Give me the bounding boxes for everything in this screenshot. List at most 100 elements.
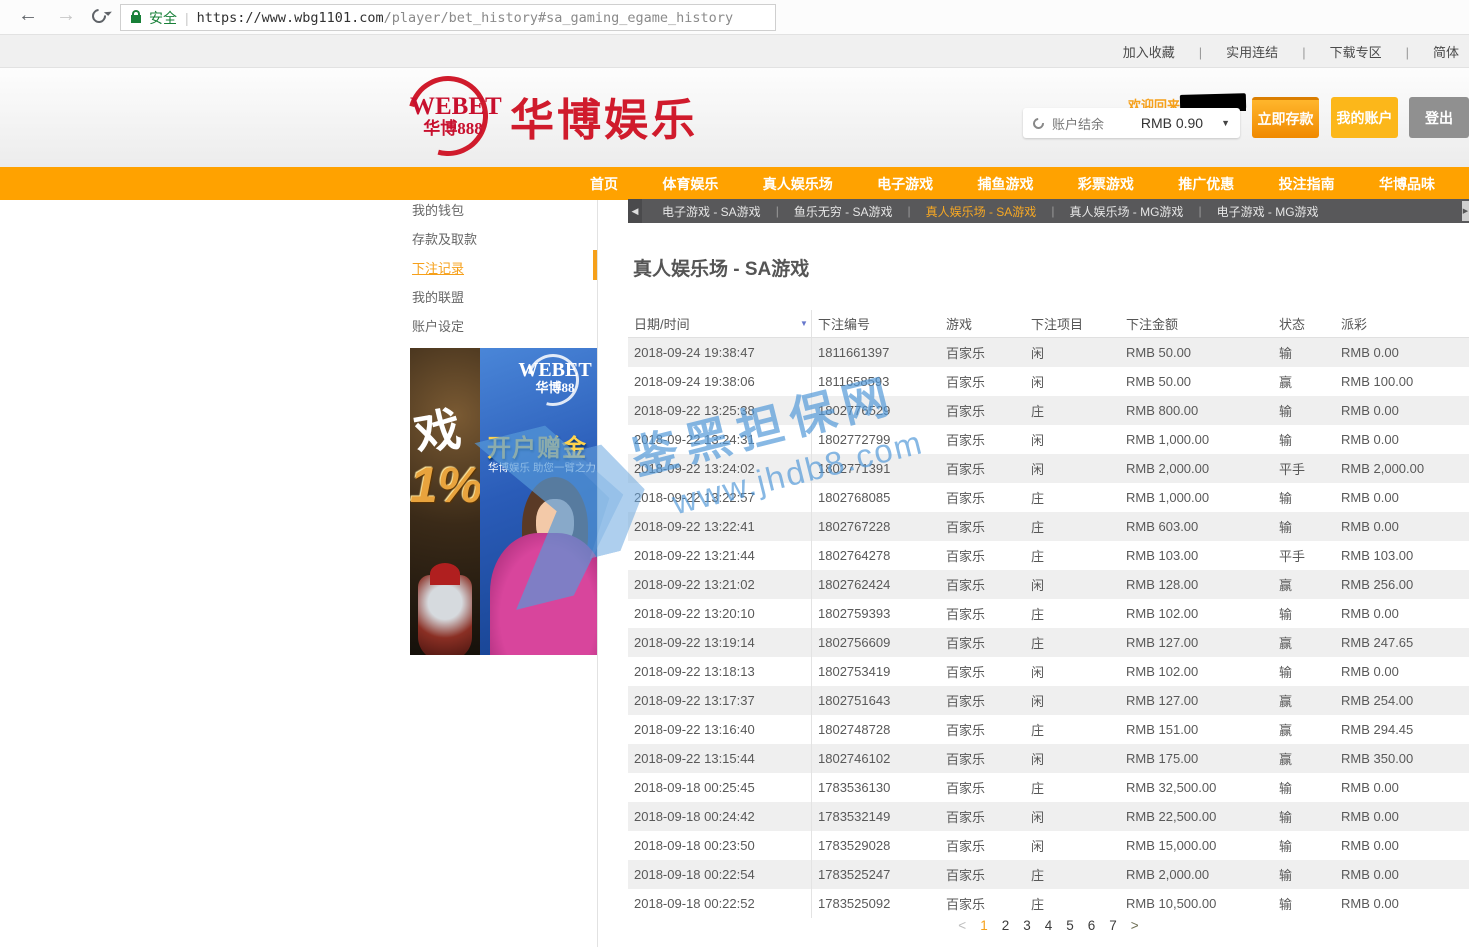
my-account-button[interactable]: 我的账户 (1331, 97, 1398, 138)
cell-bet-id: 1802762424 (812, 570, 940, 599)
cell-date: 2018-09-18 00:25:45 (628, 773, 812, 802)
nav-item[interactable]: 彩票游戏 (1078, 174, 1134, 194)
cell-bet-item: 庄 (1025, 860, 1120, 889)
cell-date: 2018-09-24 19:38:06 (628, 367, 812, 396)
cell-bet-item: 庄 (1025, 628, 1120, 657)
cell-game: 百家乐 (940, 686, 1025, 715)
cell-bet-item: 庄 (1025, 512, 1120, 541)
cell-bet-id: 1802756609 (812, 628, 940, 657)
cell-status: 输 (1273, 512, 1335, 541)
sidebar-item[interactable]: 账户设定 (412, 312, 590, 341)
page-number[interactable]: 6 (1088, 918, 1096, 933)
nav-item[interactable]: 体育娱乐 (662, 174, 718, 194)
banner-logo-word: WEBET (516, 360, 594, 381)
sidebar-item[interactable]: 下注记录 (412, 254, 590, 283)
history-tab[interactable]: 真人娱乐场 - MG游戏 (1069, 203, 1183, 220)
banner-slide-signup[interactable]: WEBET 华博88 开户赠金 华博娱乐 助您一臂之力 (480, 348, 597, 655)
cell-bet-id: 1802771391 (812, 454, 940, 483)
balance-refresh-icon[interactable] (1031, 115, 1046, 130)
logout-button[interactable]: 登出 (1409, 97, 1469, 138)
cell-payout: RMB 0.00 (1335, 657, 1469, 686)
cell-amount: RMB 50.00 (1120, 338, 1273, 367)
page-number[interactable]: 5 (1066, 918, 1074, 933)
page-next[interactable]: > (1131, 918, 1139, 933)
column-header-bet-id: 下注编号 (812, 310, 940, 337)
page-prev[interactable]: < (958, 918, 966, 933)
column-header-label: 状态 (1279, 314, 1305, 333)
cell-bet-id: 1802776529 (812, 396, 940, 425)
cell-status: 输 (1273, 599, 1335, 628)
nav-item[interactable]: 首页 (590, 174, 618, 194)
promo-banner[interactable]: 戏 1% WEBET 华博88 开户赠金 华博娱乐 助您一臂之力 (410, 348, 597, 655)
nav-item[interactable]: 投注指南 (1279, 174, 1335, 194)
cell-game: 百家乐 (940, 454, 1025, 483)
history-tab[interactable]: 真人娱乐场 - SA游戏 (926, 203, 1037, 220)
banner-slide-game[interactable]: 戏 1% (410, 348, 480, 655)
history-tab[interactable]: 电子游戏 - SA游戏 (662, 203, 761, 220)
cell-status: 输 (1273, 889, 1335, 918)
cell-date: 2018-09-22 13:21:02 (628, 570, 812, 599)
sidebar-item[interactable]: 我的钱包 (412, 196, 590, 225)
sidebar-item[interactable]: 存款及取款 (412, 225, 590, 254)
url-bar[interactable]: 安全 | https://www.wbg1101.com/player/bet_… (120, 4, 776, 31)
sidebar-item[interactable]: 我的联盟 (412, 283, 590, 312)
cell-game: 百家乐 (940, 599, 1025, 628)
cell-date: 2018-09-22 13:15:44 (628, 744, 812, 773)
tab-scroll-left-icon[interactable]: ◀ (628, 199, 642, 223)
cell-status: 输 (1273, 802, 1335, 831)
utility-links: 加入收藏|实用连结|下载专区|简体 (1123, 42, 1459, 61)
back-icon[interactable]: ← (18, 4, 38, 27)
utility-link[interactable]: 简体 (1433, 45, 1459, 60)
cell-bet-item: 庄 (1025, 599, 1120, 628)
table-row: 2018-09-24 19:38:061811658593百家乐闲RMB 50.… (628, 367, 1469, 396)
nav-item[interactable]: 真人娱乐场 (763, 174, 833, 194)
nav-item[interactable]: 华博品味 (1379, 174, 1435, 194)
deposit-button[interactable]: 立即存款 (1252, 97, 1319, 138)
cell-status: 赢 (1273, 744, 1335, 773)
history-tab[interactable]: 鱼乐无穷 - SA游戏 (794, 203, 893, 220)
cell-bet-item: 闲 (1025, 425, 1120, 454)
utility-link[interactable]: 下载专区 (1330, 45, 1382, 60)
cell-bet-item: 庄 (1025, 715, 1120, 744)
sidebar-active-indicator (593, 250, 597, 280)
nav-item[interactable]: 捕鱼游戏 (978, 174, 1034, 194)
forward-icon[interactable]: → (56, 4, 76, 27)
utility-link[interactable]: 加入收藏 (1123, 45, 1175, 60)
balance-dropdown-icon[interactable]: ▼ (1221, 118, 1230, 128)
page-number[interactable]: 1 (980, 918, 988, 933)
cell-game: 百家乐 (940, 367, 1025, 396)
table-row: 2018-09-22 13:22:571802768085百家乐庄RMB 1,0… (628, 483, 1469, 512)
table-row: 2018-09-18 00:23:501783529028百家乐闲RMB 15,… (628, 831, 1469, 860)
column-header-date[interactable]: 日期/时间▼ (628, 310, 812, 337)
tab-scroll-right-icon[interactable]: ▶ (1462, 201, 1469, 221)
cell-bet-item: 闲 (1025, 657, 1120, 686)
cell-payout: RMB 0.00 (1335, 860, 1469, 889)
banner-subtitle: 华博娱乐 助您一臂之力 (488, 460, 596, 475)
cell-date: 2018-09-22 13:17:37 (628, 686, 812, 715)
utility-link[interactable]: 实用连结 (1226, 45, 1278, 60)
cell-payout: RMB 0.00 (1335, 396, 1469, 425)
lock-icon (131, 15, 141, 23)
page-number[interactable]: 4 (1045, 918, 1053, 933)
cell-date: 2018-09-22 13:16:40 (628, 715, 812, 744)
column-header-label: 下注项目 (1031, 314, 1083, 333)
cell-amount: RMB 10,500.00 (1120, 889, 1273, 918)
cell-status: 赢 (1273, 570, 1335, 599)
page-number[interactable]: 7 (1109, 918, 1117, 933)
column-header-label: 下注金额 (1126, 314, 1178, 333)
nav-item[interactable]: 推广优惠 (1178, 174, 1234, 194)
cell-bet-item: 庄 (1025, 773, 1120, 802)
column-header-status: 状态 (1273, 310, 1335, 337)
sort-desc-icon[interactable]: ▼ (800, 319, 808, 328)
refresh-icon[interactable] (89, 6, 109, 26)
cell-status: 输 (1273, 396, 1335, 425)
site-logo[interactable]: WEBET 华博888 华博娱乐 (408, 76, 698, 156)
cell-status: 赢 (1273, 367, 1335, 396)
nav-item[interactable]: 电子游戏 (877, 174, 933, 194)
cell-date: 2018-09-22 13:18:13 (628, 657, 812, 686)
history-tab[interactable]: 电子游戏 - MG游戏 (1217, 203, 1319, 220)
page-number[interactable]: 2 (1002, 918, 1010, 933)
table-row: 2018-09-22 13:21:021802762424百家乐闲RMB 128… (628, 570, 1469, 599)
page-number[interactable]: 3 (1023, 918, 1031, 933)
separator: | (1406, 45, 1409, 60)
